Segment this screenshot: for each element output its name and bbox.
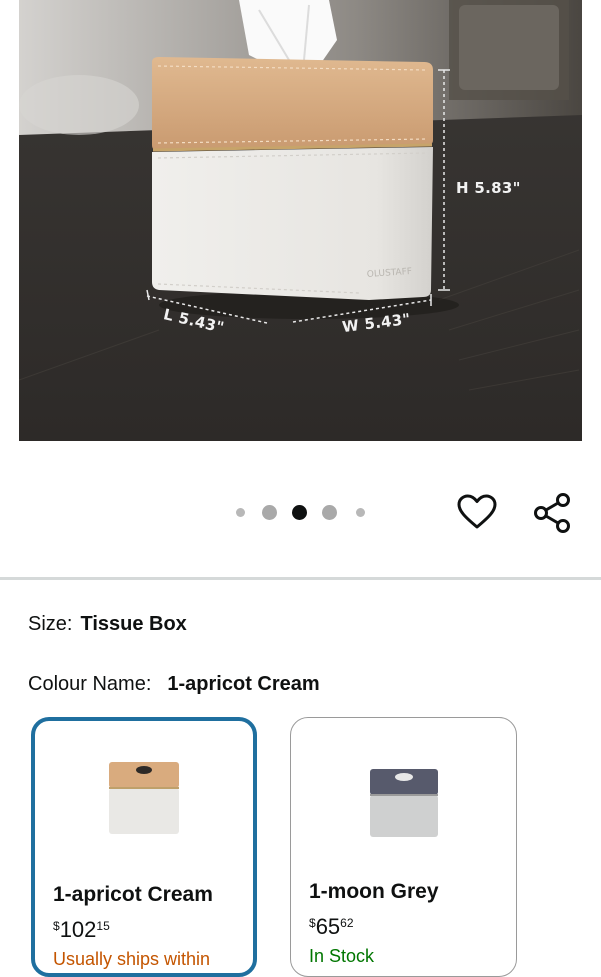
apricot-cream-thumbnail <box>109 762 179 834</box>
carousel-dot-1[interactable] <box>236 508 245 517</box>
option-price: $10215 <box>53 917 110 942</box>
option-price: $6562 <box>309 914 354 939</box>
colour-value: 1-apricot Cream <box>167 673 320 695</box>
height-dimension-label: H 5.83" <box>456 179 521 197</box>
section-divider <box>0 577 601 580</box>
carousel-dot-4[interactable] <box>322 505 337 520</box>
size-value: Tissue Box <box>80 613 187 635</box>
carousel-dot-3-active[interactable] <box>292 505 307 520</box>
carousel-dot-2[interactable] <box>262 505 277 520</box>
moon-grey-thumbnail <box>369 769 438 837</box>
carousel-dot-5[interactable] <box>356 508 365 517</box>
option-name: 1-moon Grey <box>309 880 439 903</box>
wishlist-button[interactable] <box>455 490 499 534</box>
heart-outline-icon <box>457 494 497 529</box>
share-icon <box>534 493 570 533</box>
colour-row: Colour Name: 1-apricot Cream <box>28 673 320 696</box>
colour-option-apricot-cream[interactable]: 1-apricot Cream $10215 Usually ships wit… <box>31 717 257 977</box>
size-label: Size: <box>28 613 73 635</box>
size-row: Size: Tissue Box <box>28 613 187 636</box>
colour-label: Colour Name: <box>28 673 152 695</box>
share-button[interactable] <box>531 491 575 535</box>
product-image[interactable]: OLUSTAFF H 5.83" L 5.43" W 5.43" <box>19 0 582 441</box>
tissue-box-photo: OLUSTAFF <box>19 0 582 441</box>
availability-text: In Stock <box>309 946 375 966</box>
colour-option-moon-grey[interactable]: 1-moon Grey $6562 In Stock <box>290 717 517 977</box>
option-name: 1-apricot Cream <box>53 883 213 906</box>
